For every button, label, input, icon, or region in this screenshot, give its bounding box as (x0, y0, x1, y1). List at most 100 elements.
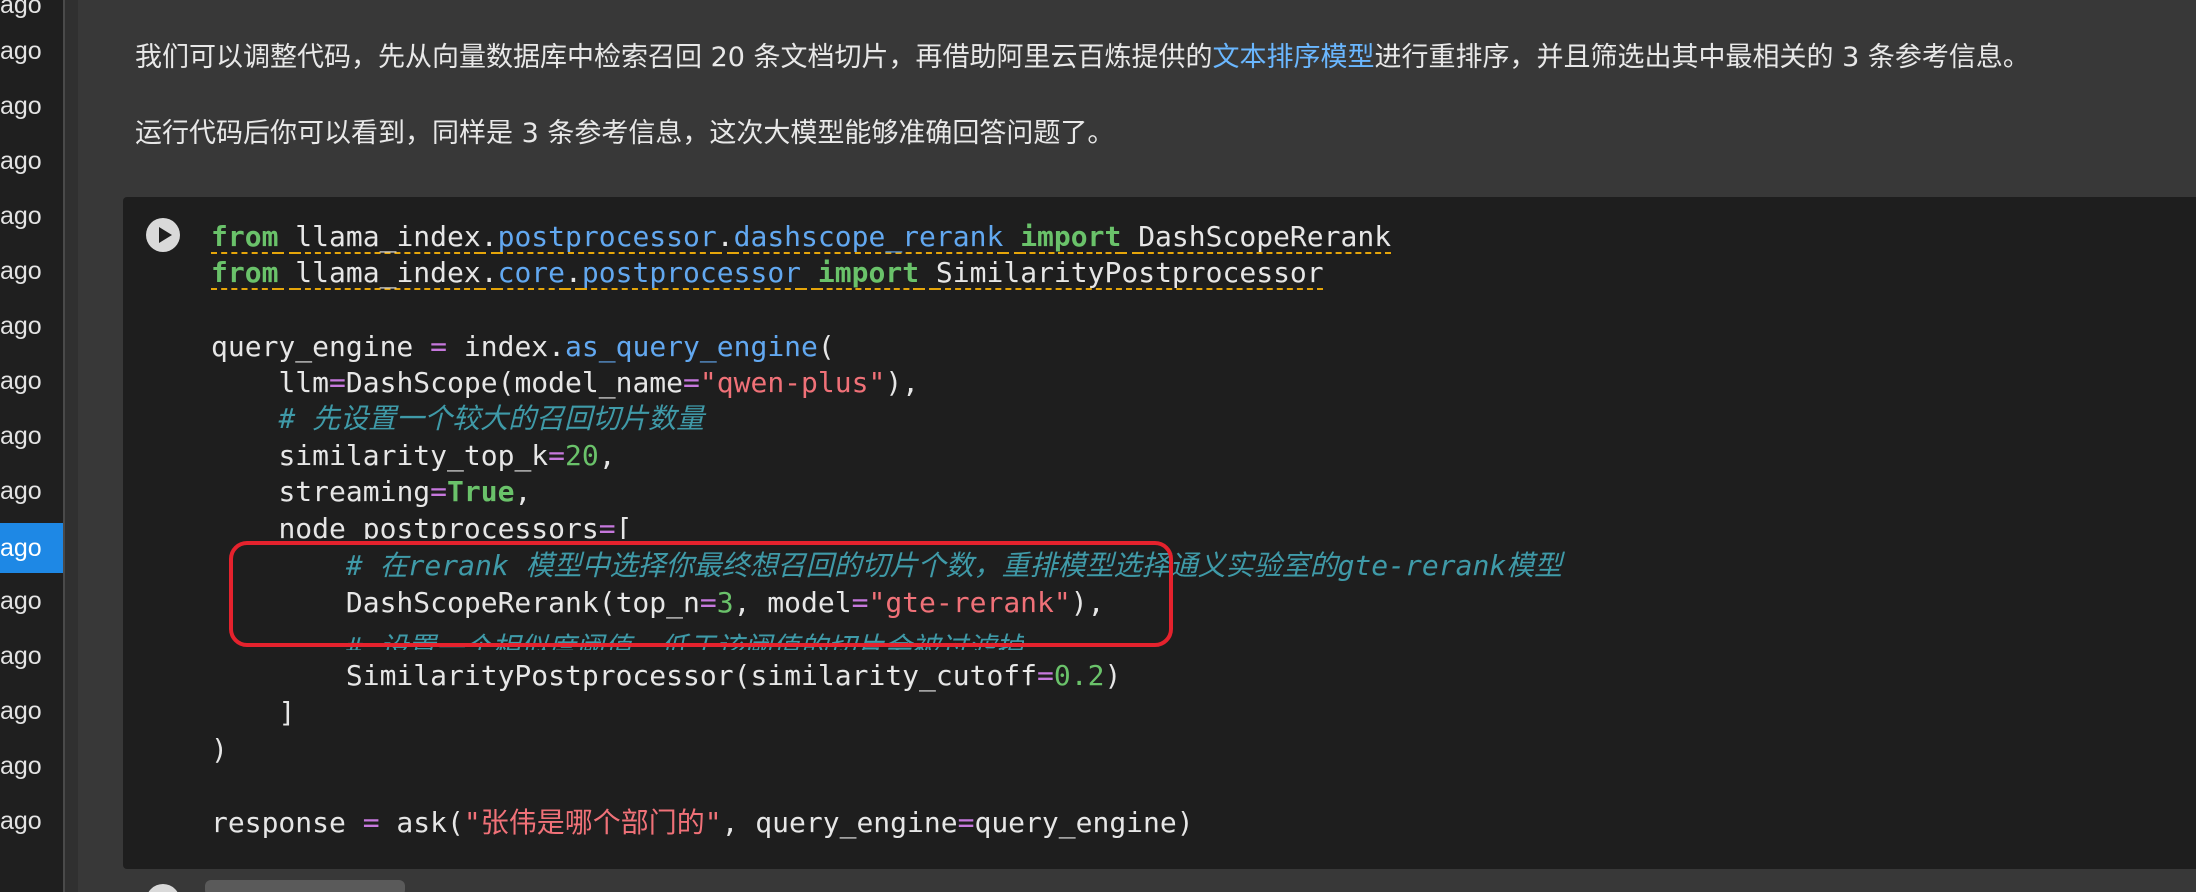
history-item[interactable]: ago (0, 28, 63, 74)
play-icon (159, 227, 172, 243)
next-cell-output-text (205, 880, 405, 892)
operator: = (548, 439, 566, 472)
run-cell-button[interactable] (146, 218, 180, 252)
operator: = (683, 366, 700, 399)
history-item[interactable]: ago (0, 138, 63, 184)
number-literal: 20 (565, 439, 599, 472)
import-name: SimilarityPostprocessor (935, 256, 1324, 289)
punct: ] (278, 696, 296, 729)
code-comment: # 在rerank 模型中选择你最终想召回的切片个数，重排模型选择通义实验室的g… (345, 549, 1563, 582)
punct: ( (817, 330, 835, 363)
identifier: , query_engine (721, 806, 958, 839)
operator: = (329, 366, 346, 399)
code-line[interactable]: DashScopeRerank(top_n=3, model="gte-rera… (211, 585, 1105, 621)
punct: ), (885, 366, 920, 399)
history-item[interactable]: ago (0, 743, 63, 789)
boolean-literal: True (447, 475, 515, 508)
identifier: DashScope(model_name (345, 366, 684, 399)
code-line[interactable]: # 设置一个相似度阈值，低于该阈值的切片会被过滤掉 (211, 630, 1024, 650)
code-line[interactable]: # 在rerank 模型中选择你最终想召回的切片个数，重排模型选择通义实验室的g… (211, 548, 1562, 584)
code-line[interactable]: query_engine = index.as_query_engine( (211, 329, 835, 365)
markdown-paragraph-1: 我们可以调整代码，先从向量数据库中检索召回 20 条文档切片，再借助阿里云百炼提… (135, 38, 2030, 78)
punct: , (598, 439, 616, 472)
code-line[interactable]: similarity_top_k=20, (211, 438, 616, 474)
string-literal: "qwen-plus" (699, 366, 886, 399)
operator: = (430, 330, 448, 363)
punct: , (514, 475, 532, 508)
code-line[interactable]: ) (211, 732, 228, 768)
keyword: from (211, 256, 279, 289)
history-item[interactable]: ago (0, 193, 63, 239)
history-item[interactable]: ago (0, 83, 63, 129)
identifier: query_engine) (974, 806, 1194, 839)
history-item[interactable]: ago (0, 798, 63, 844)
code-line[interactable]: from llama_index.core.postprocessor impo… (211, 255, 1324, 291)
next-cell-run-button[interactable] (146, 884, 180, 892)
module-name: core (497, 256, 566, 289)
code-line[interactable]: streaming=True, (211, 474, 531, 510)
operator: = (362, 806, 380, 839)
identifier: streaming (278, 475, 431, 508)
punct: ) (211, 733, 228, 766)
code-line[interactable]: node_postprocessors=[ (211, 511, 632, 539)
punct: . (480, 220, 498, 253)
punct: [ (615, 512, 633, 539)
identifier: query_engine (211, 330, 414, 363)
history-item[interactable]: ago (0, 0, 63, 28)
operator: = (699, 586, 717, 619)
history-item[interactable]: ago (0, 578, 63, 624)
keyword: import (1020, 220, 1122, 253)
history-item[interactable]: ago (0, 358, 63, 404)
punct: ), (1070, 586, 1105, 619)
number-literal: 3 (716, 586, 734, 619)
keyword: import (817, 256, 920, 289)
punct: . (565, 256, 582, 289)
module-name: postprocessor (581, 256, 802, 289)
module-name: llama_index (295, 256, 481, 289)
punct: . (716, 220, 734, 253)
punct: . (480, 256, 498, 289)
history-item[interactable]: ago (0, 413, 63, 459)
markdown-text: 我们可以调整代码，先从向量数据库中检索召回 20 条文档切片，再借助阿里云百炼提… (135, 42, 1213, 73)
notebook-window: ago ago ago ago ago ago ago ago ago ago … (0, 0, 2196, 892)
history-item[interactable]: ago (0, 248, 63, 294)
identifier: index. (463, 330, 566, 363)
operator: = (1037, 659, 1054, 692)
history-item[interactable]: ago (0, 633, 63, 679)
identifier: node_postprocessors (278, 512, 599, 539)
identifier: similarity_top_k (278, 439, 549, 472)
import-name: DashScopeRerank (1138, 220, 1392, 253)
code-line[interactable]: from llama_index.postprocessor.dashscope… (211, 219, 1391, 255)
cell-gutter (65, 0, 78, 892)
identifier: SimilarityPostprocessor(similarity_cutof… (345, 659, 1038, 692)
history-sidebar: ago ago ago ago ago ago ago ago ago ago … (0, 0, 63, 892)
identifier: llm (278, 366, 330, 399)
code-comment: # 先设置一个较大的召回切片数量 (278, 402, 705, 435)
code-line[interactable]: response = ask("张伟是哪个部门的", query_engine=… (211, 805, 1194, 841)
code-line[interactable]: SimilarityPostprocessor(similarity_cutof… (211, 658, 1121, 694)
identifier: response (211, 806, 363, 839)
function-name: as_query_engine (565, 330, 818, 363)
punct: ) (1104, 659, 1122, 692)
code-line[interactable]: ] (211, 695, 295, 731)
module-name: llama_index (295, 220, 481, 253)
history-item[interactable]: ago (0, 303, 63, 349)
history-item[interactable]: ago (0, 468, 63, 514)
string-literal: "gte-rerank" (868, 586, 1071, 619)
operator: = (957, 806, 975, 839)
identifier: DashScopeRerank(top_n (345, 586, 700, 619)
markdown-paragraph-2: 运行代码后你可以看到，同样是 3 条参考信息，这次大模型能够准确回答问题了。 (135, 118, 1115, 149)
string-literal: "张伟是哪个部门的" (463, 806, 722, 839)
history-item[interactable]: ago (0, 688, 63, 734)
code-line[interactable]: llm=DashScope(model_name="qwen-plus"), (211, 365, 919, 401)
rerank-model-link[interactable]: 文本排序模型 (1213, 42, 1375, 73)
identifier: ask( (379, 806, 464, 839)
code-comment: # 设置一个相似度阈值，低于该阈值的切片会被过滤掉 (345, 631, 1024, 650)
operator: = (851, 586, 869, 619)
module-name: postprocessor (497, 220, 717, 253)
operator: = (430, 475, 448, 508)
markdown-text: 进行重排序，并且筛选出其中最相关的 3 条参考信息。 (1374, 42, 2030, 73)
history-item-active[interactable]: ago (0, 523, 63, 573)
number-literal: 0.2 (1053, 659, 1105, 692)
code-line[interactable]: # 先设置一个较大的召回切片数量 (211, 401, 704, 437)
